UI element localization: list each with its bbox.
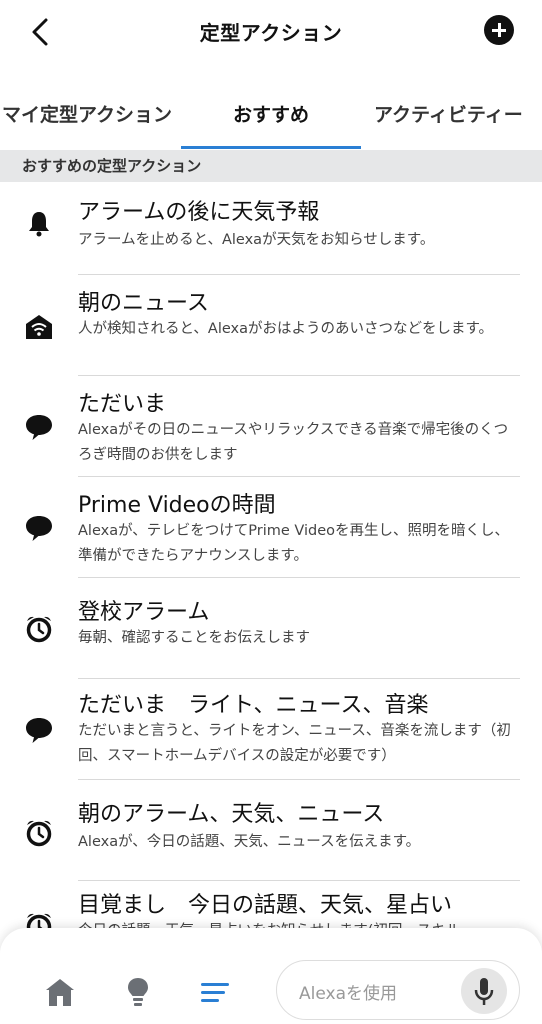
routine-item[interactable]: 朝のアラーム、天気、ニュース Alexaが、今日の話題、天気、ニュースを伝えます…: [0, 780, 542, 880]
routine-item[interactable]: アラームの後に天気予報 アラームを止めると、Alexaが天気をお知らせします。: [0, 182, 542, 274]
section-title: おすすめの定型アクション: [22, 157, 202, 175]
routine-description: アラームを止めると、Alexaが天気をお知らせします。: [78, 232, 435, 248]
nav-discover[interactable]: [122, 976, 154, 1008]
routine-title: 目覚まし 今日の話題、天気、星占い: [78, 893, 453, 918]
tab-recommended[interactable]: おすすめ: [233, 100, 309, 127]
tab-my-routines[interactable]: マイ定型アクション: [2, 100, 172, 127]
home-wifi-icon: [26, 315, 52, 339]
routine-description: 毎朝、確認することをお伝えします: [78, 630, 310, 646]
alarm-clock-icon: [26, 616, 52, 643]
routine-title: ただいま ライト、ニュース、音楽: [78, 693, 429, 718]
routine-title: ただいま: [78, 392, 167, 417]
header: 定型アクション: [0, 0, 542, 62]
routine-item[interactable]: ただいま Alexaがその日のニュースやリラックスできる音楽で帰宅後のくつろぎ時…: [0, 376, 542, 476]
routine-title: Prime Videoの時間: [78, 493, 276, 518]
mic-button[interactable]: [461, 968, 507, 1014]
speech-bubble-icon: [26, 718, 52, 743]
lightbulb-icon: [128, 978, 148, 1006]
microphone-icon: [474, 978, 494, 1005]
bottom-navigation: Alexaを使用: [0, 928, 542, 1024]
routine-title: 登校アラーム: [78, 600, 210, 625]
bell-icon: [29, 212, 49, 237]
routine-item[interactable]: 登校アラーム 毎朝、確認することをお伝えします: [0, 578, 542, 678]
routine-description: Alexaが、今日の話題、天気、ニュースを伝えます。: [78, 834, 421, 850]
routine-description: Alexaがその日のニュースやリラックスできる音楽で帰宅後のくつろぎ時間のお供を…: [78, 422, 509, 463]
alarm-clock-icon: [26, 820, 52, 847]
routine-description: 人が検知されると、Alexaがおはようのあいさつなどをします。: [78, 321, 494, 337]
active-tab-indicator: [181, 146, 361, 149]
routine-item[interactable]: Prime Videoの時間 Alexaが、テレビをつけてPrime Video…: [0, 477, 542, 577]
speech-bubble-icon: [26, 516, 52, 541]
tab-bar: マイ定型アクション おすすめ アクティビティー: [0, 80, 542, 150]
nav-routines[interactable]: [199, 976, 231, 1008]
page-title: 定型アクション: [199, 21, 343, 45]
routines-icon: [201, 983, 229, 1002]
tab-activity[interactable]: アクティビティー: [374, 100, 523, 127]
routine-description: Alexaが、テレビをつけてPrime Videoを再生し、照明を暗くし、準備が…: [78, 523, 510, 564]
alexa-placeholder: Alexaを使用: [299, 984, 397, 1004]
routine-title: 朝のアラーム、天気、ニュース: [78, 802, 385, 827]
routine-item[interactable]: 朝のニュース 人が検知されると、Alexaがおはようのあいさつなどをします。: [0, 275, 542, 375]
routine-title: アラームの後に天気予報: [78, 200, 320, 225]
add-routine-button[interactable]: [484, 15, 514, 45]
speech-bubble-icon: [26, 415, 52, 440]
nav-home[interactable]: [44, 976, 76, 1008]
routine-title: 朝のニュース: [78, 291, 209, 316]
routine-item[interactable]: ただいま ライト、ニュース、音楽 ただいまと言うと、ライトをオン、ニュース、音楽…: [0, 679, 542, 779]
alexa-input[interactable]: Alexaを使用: [276, 960, 520, 1020]
home-icon: [46, 979, 74, 1006]
section-header: おすすめの定型アクション: [0, 150, 542, 182]
routine-description: ただいまと言うと、ライトをオン、ニュース、音楽を流します（初回、スマートホームデ…: [78, 723, 511, 764]
